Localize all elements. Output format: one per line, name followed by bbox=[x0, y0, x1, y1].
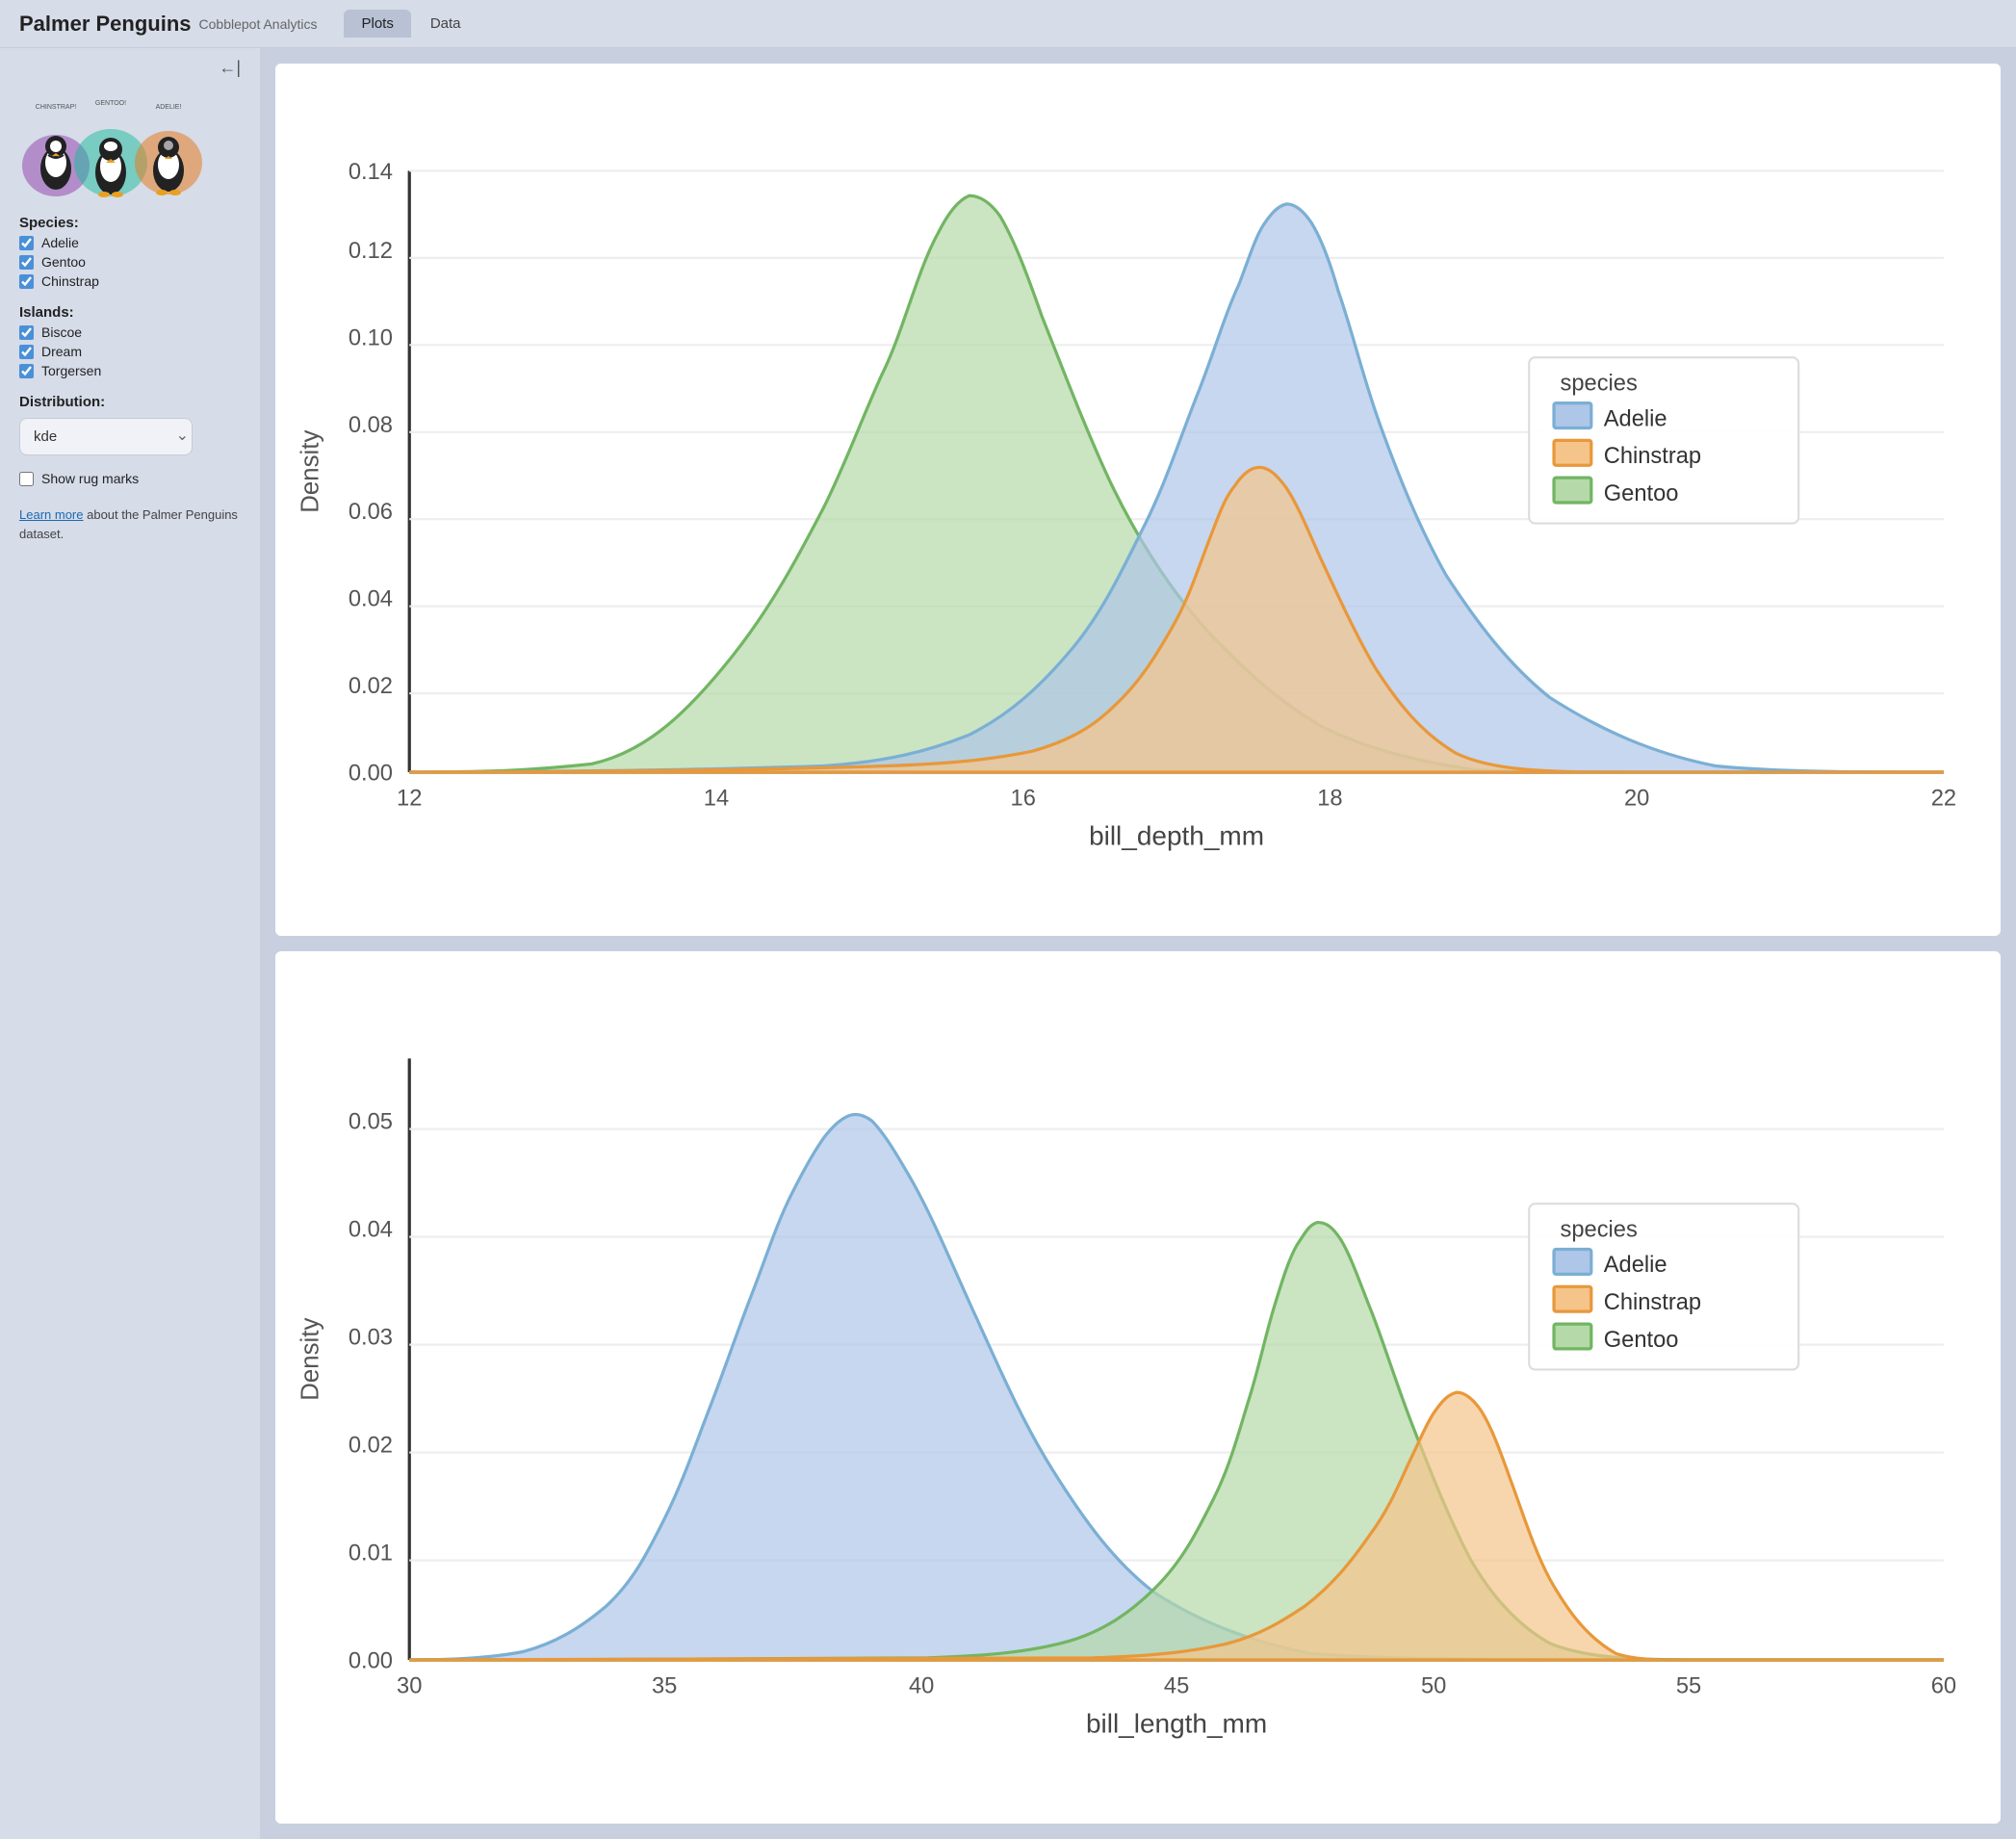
svg-text:20: 20 bbox=[1624, 786, 1649, 811]
islands-section: Islands: Biscoe Dream Torgersen bbox=[19, 304, 241, 382]
rug-marks-text: Show rug marks bbox=[41, 471, 139, 486]
svg-text:0.05: 0.05 bbox=[349, 1110, 393, 1135]
svg-text:18: 18 bbox=[1317, 786, 1342, 811]
rug-marks-section: Show rug marks bbox=[19, 467, 241, 486]
svg-text:0.12: 0.12 bbox=[349, 239, 393, 264]
checkbox-biscoe[interactable]: Biscoe bbox=[19, 324, 241, 340]
svg-text:bill_length_mm: bill_length_mm bbox=[1086, 1708, 1267, 1738]
svg-text:0.00: 0.00 bbox=[349, 762, 393, 787]
svg-text:species: species bbox=[1561, 372, 1638, 397]
svg-text:60: 60 bbox=[1931, 1673, 1956, 1698]
tab-data[interactable]: Data bbox=[413, 10, 478, 38]
svg-text:0.00: 0.00 bbox=[349, 1649, 393, 1674]
svg-text:22: 22 bbox=[1931, 786, 1956, 811]
penguin-illustration: CHINSTRAP! GENTOO! bbox=[19, 93, 202, 199]
svg-text:55: 55 bbox=[1676, 1673, 1701, 1698]
checkbox-dream[interactable]: Dream bbox=[19, 344, 241, 359]
svg-text:Chinstrap: Chinstrap bbox=[1604, 444, 1701, 469]
tab-plots[interactable]: Plots bbox=[344, 10, 410, 38]
checkbox-chinstrap-input[interactable] bbox=[19, 274, 34, 289]
svg-text:0.04: 0.04 bbox=[349, 1218, 393, 1243]
svg-text:Density: Density bbox=[297, 430, 323, 513]
svg-text:species: species bbox=[1561, 1218, 1638, 1243]
svg-text:Gentoo: Gentoo bbox=[1604, 1328, 1679, 1353]
learn-more-link[interactable]: Learn more bbox=[19, 507, 83, 522]
checkbox-torgersen[interactable]: Torgersen bbox=[19, 363, 241, 378]
svg-text:0.06: 0.06 bbox=[349, 500, 393, 525]
chart-bill-depth: 0.00 0.02 0.04 0.06 0.08 0.10 0.12 0.14 bbox=[275, 64, 2001, 936]
svg-text:GENTOO!: GENTOO! bbox=[95, 100, 126, 107]
svg-text:0.04: 0.04 bbox=[349, 587, 393, 612]
checkbox-dream-input[interactable] bbox=[19, 345, 34, 359]
svg-text:0.08: 0.08 bbox=[349, 413, 393, 438]
svg-text:Adelie: Adelie bbox=[1604, 406, 1667, 431]
rug-marks-label[interactable]: Show rug marks bbox=[19, 471, 241, 486]
svg-text:0.14: 0.14 bbox=[349, 160, 393, 185]
svg-text:ADELIE!: ADELIE! bbox=[156, 104, 182, 111]
checkbox-adelie-input[interactable] bbox=[19, 236, 34, 250]
header: Palmer Penguins Cobblepot Analytics Plot… bbox=[0, 0, 2016, 48]
svg-text:16: 16 bbox=[1011, 786, 1036, 811]
distribution-section: Distribution: kde histogram ecdf bbox=[19, 394, 241, 455]
sidebar: ←| CHINSTRAP! bbox=[0, 48, 260, 1839]
species-label: Species: bbox=[19, 215, 241, 231]
svg-text:0.02: 0.02 bbox=[349, 674, 393, 699]
learn-more-section: Learn more about the Palmer Penguins dat… bbox=[19, 505, 241, 543]
species-section: Species: Adelie Gentoo Chinstrap bbox=[19, 215, 241, 293]
app-title: Palmer Penguins bbox=[19, 12, 192, 37]
svg-text:12: 12 bbox=[397, 786, 422, 811]
content-area: 0.00 0.02 0.04 0.06 0.08 0.10 0.12 0.14 bbox=[260, 48, 2016, 1839]
checkbox-torgersen-input[interactable] bbox=[19, 364, 34, 378]
svg-text:Density: Density bbox=[297, 1318, 323, 1401]
svg-text:40: 40 bbox=[909, 1673, 934, 1698]
tab-bar: Plots Data bbox=[344, 10, 478, 38]
islands-label: Islands: bbox=[19, 304, 241, 321]
checkbox-adelie[interactable]: Adelie bbox=[19, 235, 241, 250]
svg-text:Gentoo: Gentoo bbox=[1604, 481, 1679, 506]
svg-text:Chinstrap: Chinstrap bbox=[1604, 1290, 1701, 1315]
svg-text:Adelie: Adelie bbox=[1604, 1253, 1667, 1278]
svg-text:14: 14 bbox=[704, 786, 729, 811]
svg-text:30: 30 bbox=[397, 1673, 422, 1698]
svg-text:0.03: 0.03 bbox=[349, 1326, 393, 1351]
svg-text:0.10: 0.10 bbox=[349, 325, 393, 350]
svg-text:0.01: 0.01 bbox=[349, 1541, 393, 1567]
chart-bill-length: 0.00 0.01 0.02 0.03 0.04 0.05 30 35 40 4… bbox=[275, 951, 2001, 1824]
checkbox-gentoo-input[interactable] bbox=[19, 255, 34, 270]
collapse-button[interactable]: ←| bbox=[19, 58, 241, 82]
distribution-select-wrapper: kde histogram ecdf bbox=[19, 414, 202, 455]
checkbox-gentoo[interactable]: Gentoo bbox=[19, 254, 241, 270]
rug-marks-checkbox[interactable] bbox=[19, 472, 34, 486]
svg-text:45: 45 bbox=[1164, 1673, 1189, 1698]
svg-text:0.02: 0.02 bbox=[349, 1434, 393, 1459]
distribution-select[interactable]: kde histogram ecdf bbox=[19, 418, 193, 455]
distribution-label: Distribution: bbox=[19, 394, 241, 410]
main-layout: ←| CHINSTRAP! bbox=[0, 48, 2016, 1839]
app-subtitle: Cobblepot Analytics bbox=[199, 16, 318, 32]
chart-bill-depth-svg: 0.00 0.02 0.04 0.06 0.08 0.10 0.12 0.14 bbox=[285, 79, 1985, 926]
checkbox-biscoe-input[interactable] bbox=[19, 325, 34, 340]
chart-bill-length-svg: 0.00 0.01 0.02 0.03 0.04 0.05 30 35 40 4… bbox=[285, 967, 1985, 1814]
svg-text:CHINSTRAP!: CHINSTRAP! bbox=[36, 104, 76, 111]
checkbox-chinstrap[interactable]: Chinstrap bbox=[19, 273, 241, 289]
svg-text:35: 35 bbox=[652, 1673, 677, 1698]
svg-text:bill_depth_mm: bill_depth_mm bbox=[1089, 820, 1264, 850]
svg-text:50: 50 bbox=[1421, 1673, 1446, 1698]
